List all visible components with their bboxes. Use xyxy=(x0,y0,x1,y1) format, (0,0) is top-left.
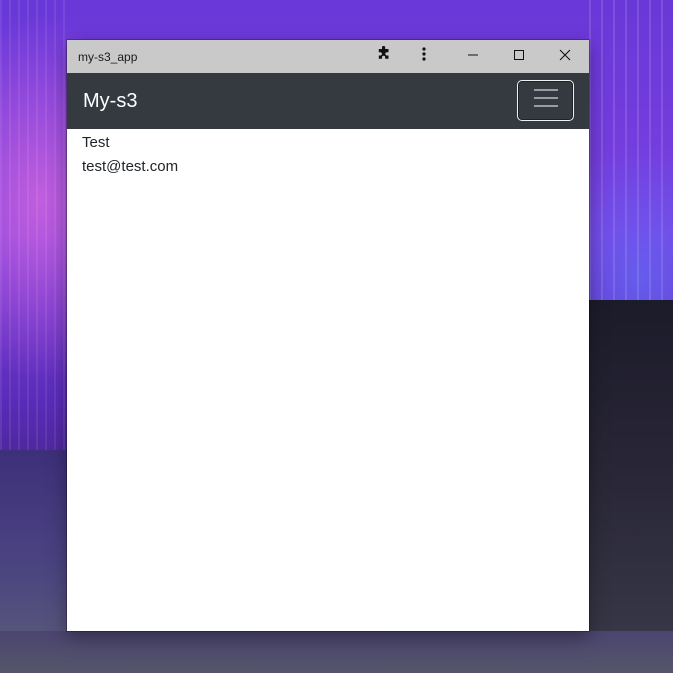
wallpaper-floor-bottom xyxy=(0,631,673,673)
navbar-toggler-button[interactable] xyxy=(517,80,574,121)
more-options-button[interactable] xyxy=(407,40,441,73)
navbar: My-s3 xyxy=(67,73,589,129)
wallpaper-car-shape xyxy=(589,300,673,673)
more-vertical-icon xyxy=(421,46,427,67)
minimize-button[interactable] xyxy=(456,40,490,73)
hamburger-menu-icon xyxy=(533,87,559,114)
main-content: Test test@test.com xyxy=(67,129,589,631)
puzzle-extension-icon xyxy=(376,45,392,67)
navbar-brand[interactable]: My-s3 xyxy=(83,90,137,113)
maximize-icon xyxy=(513,48,525,66)
user-email-text: test@test.com xyxy=(82,158,179,175)
minimize-icon xyxy=(467,48,479,66)
wallpaper-light-stripes-left xyxy=(0,0,70,450)
user-name-text: Test xyxy=(82,134,110,151)
window-titlebar[interactable]: my-s3_app xyxy=(67,40,589,73)
app-window: my-s3_app My-s3 Test test@test.com xyxy=(67,40,589,631)
extensions-button[interactable] xyxy=(367,40,401,73)
close-button[interactable] xyxy=(548,40,582,73)
window-title: my-s3_app xyxy=(78,50,138,64)
close-icon xyxy=(559,48,571,66)
maximize-button[interactable] xyxy=(502,40,536,73)
